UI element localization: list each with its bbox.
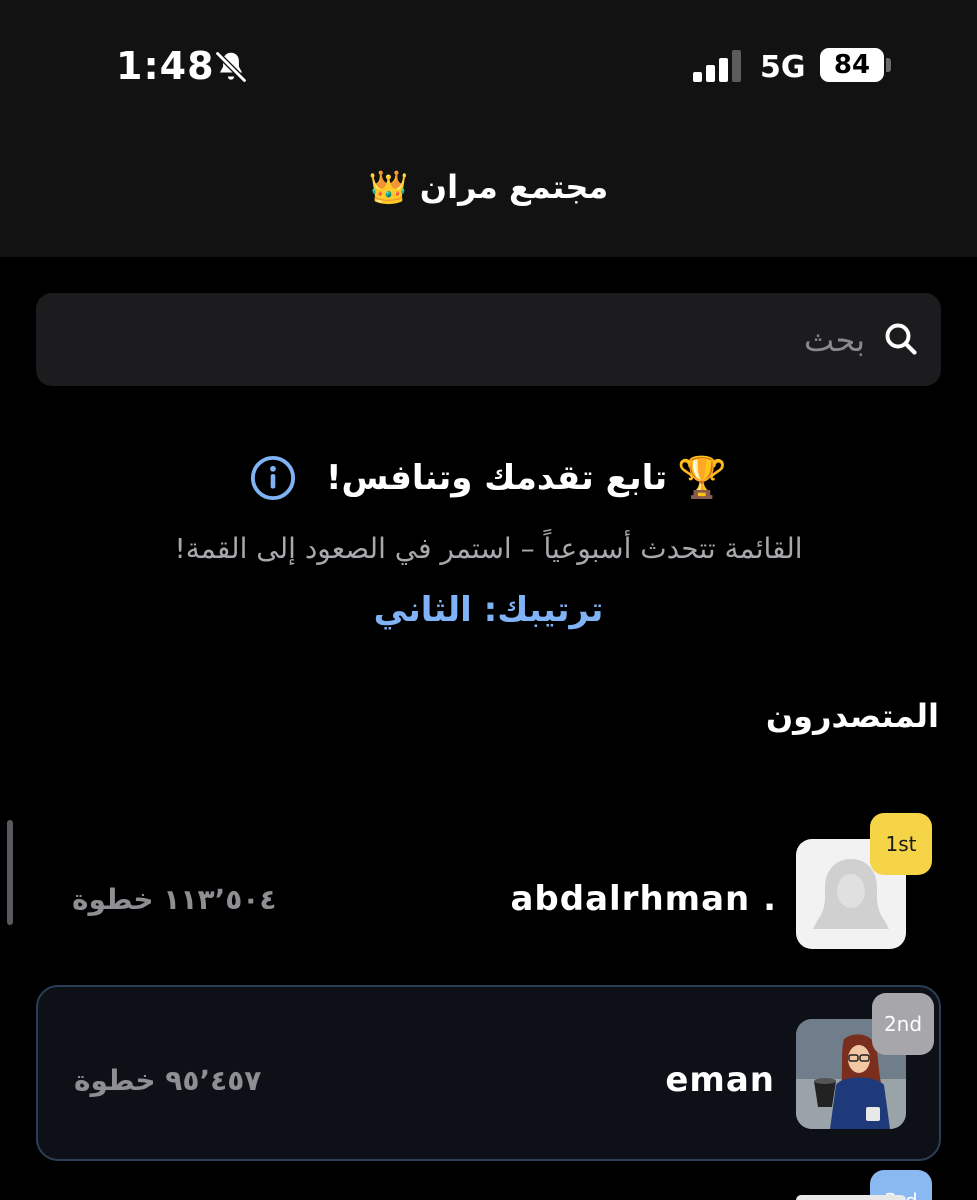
- headline: 🏆 تابع تقدمك وتنافس!: [326, 454, 727, 501]
- search-input[interactable]: [85, 311, 865, 369]
- network-type: 5G: [760, 50, 806, 85]
- info-icon[interactable]: [250, 455, 296, 501]
- search-icon: [885, 323, 917, 355]
- leaderboard-row-current-user[interactable]: 2nd eman ٩٥٬٤٥٧ خطوة: [36, 985, 941, 1161]
- battery-nub: [886, 58, 891, 72]
- search-bar[interactable]: [36, 293, 941, 386]
- rank-badge: 1st: [870, 813, 932, 875]
- signal-icon: [693, 50, 741, 82]
- trophy-icon: 🏆: [677, 455, 727, 501]
- user-name: eman: [665, 1060, 775, 1100]
- step-count: ٩٥٬٤٥٧ خطوة: [74, 1064, 262, 1097]
- my-rank: ترتيبك: الثاني: [373, 590, 604, 630]
- app-header: 1:48 5G 84 مجتمع مران 👑: [0, 0, 977, 257]
- headline-text: تابع تقدمك وتنافس!: [326, 457, 668, 498]
- avatar: [796, 1195, 906, 1200]
- step-count: ١١٣٬٥٠٤ خطوة: [72, 883, 277, 916]
- info-subtitle: القائمة تتحدث أسبوعياً – استمر في الصعود…: [174, 532, 803, 565]
- rank-badge: 2nd: [872, 993, 934, 1055]
- leaderboard-row[interactable]: 1st abdalrhman . ١١٣٬٥٠٤ خطوة: [36, 813, 941, 991]
- page-title: مجتمع مران 👑: [368, 168, 609, 206]
- status-time: 1:48: [116, 44, 215, 88]
- user-name: abdalrhman .: [510, 879, 777, 919]
- info-headline: 🏆 تابع تقدمك وتنافس!: [0, 454, 977, 501]
- bell-slash-icon: [215, 51, 247, 83]
- battery-icon: 84: [820, 48, 884, 82]
- leaderboard-title: المتصدرون: [765, 697, 939, 735]
- scroll-indicator: [7, 820, 13, 925]
